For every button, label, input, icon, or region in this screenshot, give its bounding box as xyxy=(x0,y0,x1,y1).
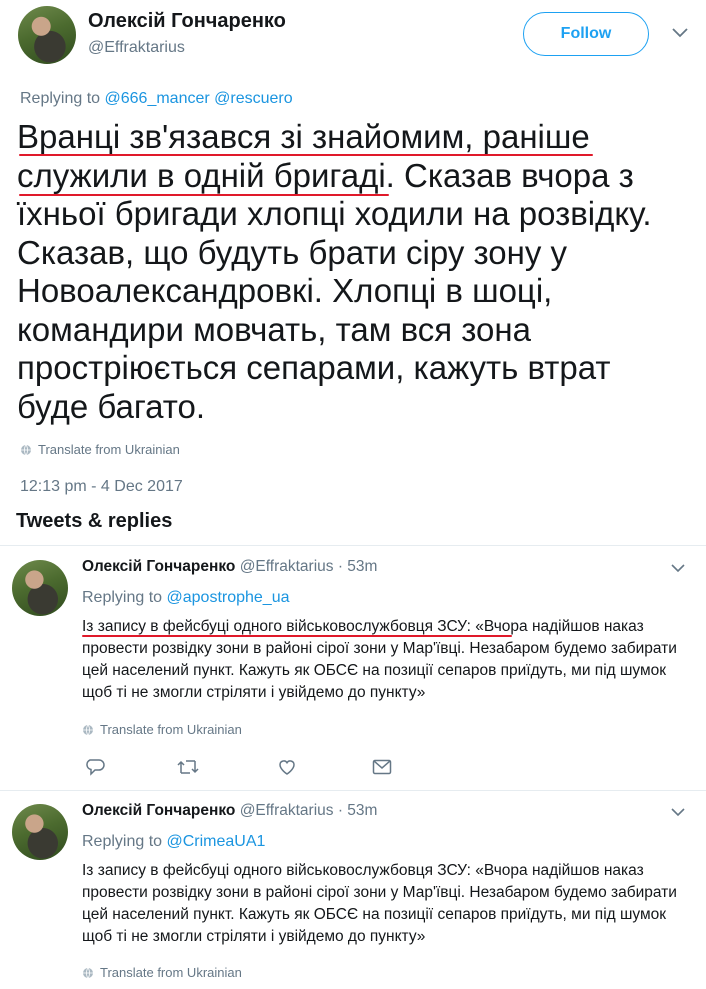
message-icon[interactable] xyxy=(372,759,392,775)
replying-prefix: Replying to xyxy=(20,90,101,107)
translate-label[interactable]: Translate from Ukrainian xyxy=(100,722,242,737)
section-title: Tweets & replies xyxy=(16,510,173,532)
retweet-icon[interactable] xyxy=(176,758,200,776)
annotation-underline xyxy=(19,154,593,156)
tweet-text: Із запису в фейсбуці одного військовослу… xyxy=(82,618,677,701)
replying-prefix: Replying to xyxy=(82,833,163,850)
avatar[interactable] xyxy=(18,6,76,64)
author-name[interactable]: Олексій Гончаренко xyxy=(82,802,235,819)
replying-to-links[interactable]: @666_mancer @rescuero xyxy=(105,90,293,107)
replying-to-link[interactable]: @apostrophe_ua xyxy=(167,589,290,606)
chevron-down-icon[interactable] xyxy=(671,808,685,817)
replying-to: Replying to @apostrophe_ua xyxy=(82,589,290,607)
replying-to-link[interactable]: @CrimeaUA1 xyxy=(167,833,266,850)
translate-label[interactable]: Translate from Ukrainian xyxy=(38,442,180,457)
tweet-timestamp[interactable]: 12:13 pm - 4 Dec 2017 xyxy=(20,478,183,496)
author-name[interactable]: Олексій Гончаренко xyxy=(88,10,286,33)
reply-icon[interactable] xyxy=(86,758,106,776)
reply-header: Олексій Гончаренко @Effraktarius · 53m xyxy=(82,558,377,576)
tweet-text: Із запису в фейсбуці одного військовослу… xyxy=(82,862,677,945)
replying-prefix: Replying to xyxy=(82,589,163,606)
like-icon[interactable] xyxy=(277,758,297,776)
translate-link[interactable]: Translate from Ukrainian xyxy=(82,722,242,739)
reply-header: Олексій Гончаренко @Effraktarius · 53m xyxy=(82,802,377,820)
avatar[interactable] xyxy=(12,804,68,860)
globe-icon xyxy=(82,967,94,982)
annotation-underline xyxy=(82,635,512,637)
globe-icon xyxy=(20,444,32,459)
tweet-time[interactable]: · 53m xyxy=(338,802,378,819)
author-handle[interactable]: @Effraktarius xyxy=(88,39,185,57)
tweet-time[interactable]: · 53m xyxy=(338,558,378,575)
author-handle[interactable]: @Effraktarius xyxy=(240,558,334,575)
tweet-text: Вранці зв'язався зі знайомим, раніше слу… xyxy=(17,118,652,425)
author-handle[interactable]: @Effraktarius xyxy=(240,802,334,819)
globe-icon xyxy=(82,724,94,739)
translate-link[interactable]: Translate from Ukrainian xyxy=(20,442,180,459)
translate-link[interactable]: Translate from Ukrainian xyxy=(82,965,242,982)
avatar[interactable] xyxy=(12,560,68,616)
annotation-underline xyxy=(19,194,389,196)
follow-button[interactable]: Follow xyxy=(523,12,649,56)
chevron-down-icon[interactable] xyxy=(671,564,685,573)
author-name[interactable]: Олексій Гончаренко xyxy=(82,558,235,575)
chevron-down-icon[interactable] xyxy=(672,28,688,38)
replying-to: Replying to @666_mancer @rescuero xyxy=(20,90,293,108)
replying-to: Replying to @CrimeaUA1 xyxy=(82,833,265,851)
divider xyxy=(0,790,706,791)
translate-label[interactable]: Translate from Ukrainian xyxy=(100,965,242,980)
divider xyxy=(0,545,706,546)
